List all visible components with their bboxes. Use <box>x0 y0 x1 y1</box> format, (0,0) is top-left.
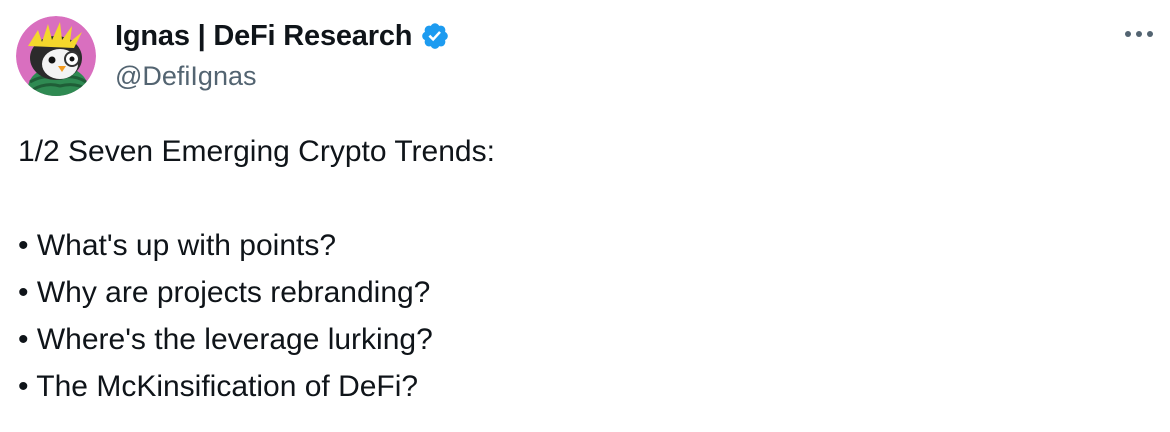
name-row: Ignas | DeFi Research <box>115 17 450 55</box>
bullet-item: • The McKinsification of DeFi? <box>18 370 419 403</box>
handle[interactable]: @DefiIgnas <box>115 61 450 92</box>
display-name[interactable]: Ignas | DeFi Research <box>115 20 412 53</box>
penguin-avatar-icon <box>16 16 96 96</box>
verified-badge-icon[interactable] <box>420 21 450 51</box>
bullet-item: • What's up with points? <box>18 229 337 262</box>
line-break <box>18 175 1138 222</box>
bullet-item: • Where's the leverage lurking? <box>18 323 433 356</box>
bullet-item: • Why are projects rebranding? <box>18 276 431 309</box>
tweet-card: Ignas | DeFi Research @DefiIgnas 1/2 Sev… <box>0 0 1170 432</box>
author-info: Ignas | DeFi Research @DefiIgnas <box>115 17 450 92</box>
tweet-intro: 1/2 Seven Emerging Crypto Trends: <box>18 135 495 168</box>
avatar[interactable] <box>16 16 96 96</box>
tweet-text: 1/2 Seven Emerging Crypto Trends: • What… <box>18 128 1138 410</box>
more-options-icon[interactable] <box>1122 20 1156 48</box>
